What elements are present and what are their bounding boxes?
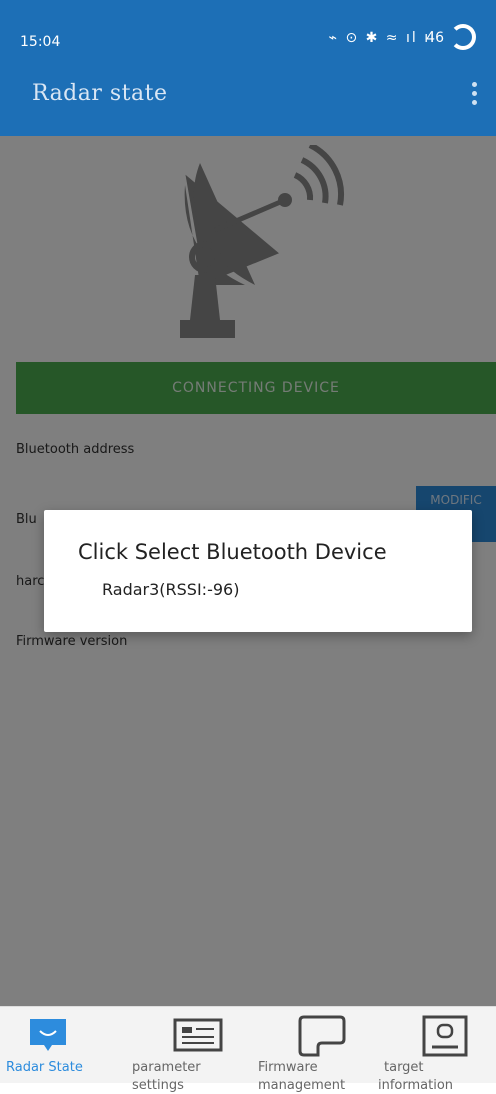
bottom-navigation: Radar State parameter settings Firmware … [0, 1006, 496, 1093]
app-bar: Radar state [0, 66, 496, 136]
nav-label-firmware: Firmware [258, 1060, 318, 1075]
status-indicators: ⌁ ⊙ ✱ ≈ ıl ıl [328, 30, 436, 46]
nav-label-radar-state: Radar State [6, 1060, 83, 1075]
select-device-dialog: Click Select Bluetooth Device Radar3(RSS… [44, 510, 472, 632]
page-title: Radar state [32, 81, 168, 106]
bluetooth-name-label: Blu [16, 512, 37, 527]
radar-state-icon [30, 1019, 66, 1051]
nav-radar-state[interactable]: Radar State [6, 1007, 112, 1083]
bluetooth-address-label: Bluetooth address [16, 442, 135, 457]
nav-label-management: management [258, 1078, 346, 1093]
firmware-version-label: Firmware version [16, 634, 128, 649]
nav-target-information[interactable]: target information [378, 1007, 492, 1093]
nav-label-parameter: parameter [132, 1060, 201, 1075]
device-list-item[interactable]: Radar3(RSSI:-96) [102, 580, 239, 599]
nav-label-settings: settings [132, 1078, 184, 1093]
hardware-version-label: harc [16, 574, 45, 589]
nav-label-information: information [378, 1078, 454, 1093]
target-info-icon [422, 1015, 468, 1057]
radar-dish-icon [180, 145, 344, 338]
nav-label-target: target [384, 1060, 424, 1075]
nav-parameter-settings[interactable]: parameter settings [132, 1007, 242, 1093]
parameter-settings-icon [173, 1018, 223, 1052]
more-vertical-icon[interactable] [470, 82, 478, 112]
battery-level: 46 [426, 30, 444, 46]
connect-device-button[interactable]: CONNECTING DEVICE [16, 362, 496, 414]
status-bar: 15:04 ⌁ ⊙ ✱ ≈ ıl ıl 46 [0, 0, 496, 66]
firmware-icon [298, 1015, 346, 1057]
battery-icon [450, 24, 476, 50]
nav-firmware-management[interactable]: Firmware management [256, 1007, 366, 1093]
status-time: 15:04 [20, 34, 61, 50]
dialog-title: Click Select Bluetooth Device [78, 540, 387, 564]
